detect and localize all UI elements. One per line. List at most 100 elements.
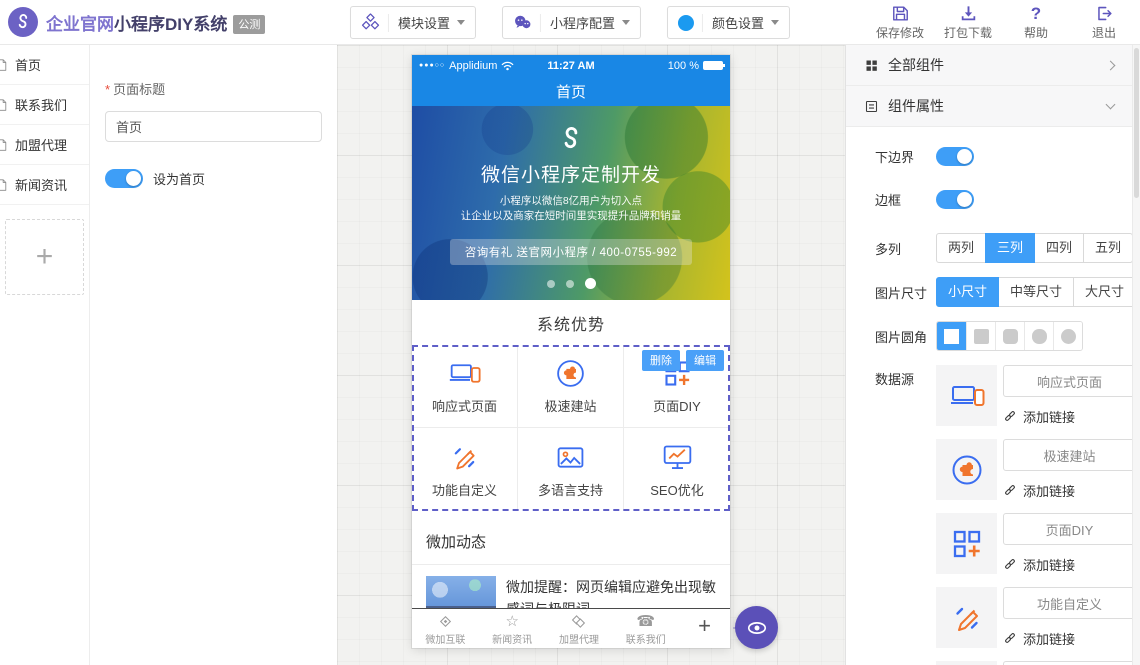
phone-icon: ☎ <box>636 613 655 630</box>
border-label: 边框 <box>875 190 936 209</box>
datasource-title-input[interactable] <box>1003 513 1132 545</box>
tab-weijia[interactable]: 微加互联 <box>412 611 479 646</box>
page-icon <box>0 58 9 72</box>
component-props-header[interactable]: 组件属性 <box>846 86 1132 127</box>
banner-title: 微信小程序定制开发 <box>481 160 661 187</box>
add-page-button[interactable]: + <box>5 219 84 295</box>
chain-link-icon <box>1003 557 1017 571</box>
carousel-dots[interactable] <box>547 278 596 289</box>
add-link-button[interactable]: 添加链接 <box>1003 628 1132 648</box>
datasource-title-input[interactable] <box>1003 439 1132 471</box>
help-icon: ? <box>1031 4 1041 23</box>
datasource-item: 添加链接 <box>936 587 1132 648</box>
datasource-item: 添加链接 <box>936 439 1132 500</box>
pages-sidebar: 首页 联系我们 加盟代理 新闻资讯 + <box>0 45 90 665</box>
page-icon <box>0 98 9 112</box>
image-size-segmented-control: 小尺寸 中等尺寸 大尺寸 <box>936 277 1132 307</box>
add-link-button[interactable]: 添加链接 <box>1003 554 1132 574</box>
image-size-large[interactable]: 大尺寸 <box>1073 277 1132 307</box>
sidebar-item-agent[interactable]: 加盟代理 <box>0 125 89 165</box>
scrollbar-thumb[interactable] <box>1134 48 1139 198</box>
sidebar-item-news[interactable]: 新闻资讯 <box>0 165 89 205</box>
datasource-title-input[interactable] <box>1003 587 1132 619</box>
bottom-border-label: 下边界 <box>875 147 936 166</box>
datasource-title-input[interactable] <box>1003 365 1132 397</box>
radius-swatch-4[interactable] <box>1053 322 1082 350</box>
diamond-logo-icon <box>437 613 454 630</box>
columns-label: 多列 <box>875 239 936 258</box>
property-list-icon <box>864 99 879 114</box>
beta-badge: 公测 <box>233 15 265 34</box>
page-form-panel: *页面标题 设为首页 <box>90 45 337 665</box>
tabbar-add-button[interactable]: + <box>679 613 730 645</box>
exit-button[interactable]: 退出 <box>1080 4 1128 41</box>
components-grid-icon <box>864 58 879 73</box>
miniprogram-logo-icon <box>556 124 586 157</box>
delete-component-button[interactable]: 删除 <box>642 350 680 371</box>
image-size-small[interactable]: 小尺寸 <box>936 277 999 307</box>
page-title-label: *页面标题 <box>105 79 322 98</box>
columns-option-4[interactable]: 四列 <box>1034 233 1084 263</box>
bottom-border-toggle[interactable] <box>936 147 974 166</box>
columns-option-5[interactable]: 五列 <box>1083 233 1132 263</box>
battery-label: 100 % <box>668 60 699 72</box>
image-size-medium[interactable]: 中等尺寸 <box>998 277 1074 307</box>
all-components-header[interactable]: 全部组件 <box>846 45 1132 86</box>
right-scrollbar[interactable] <box>1132 45 1140 665</box>
tab-agent[interactable]: 加盟代理 <box>546 611 613 646</box>
banner-component[interactable]: 微信小程序定制开发 小程序以微信8亿用户为切入点 让企业以及商家在短时间里实现提… <box>412 106 730 300</box>
help-button[interactable]: ? 帮助 <box>1012 4 1060 41</box>
tags-icon <box>570 613 587 630</box>
eye-icon <box>746 617 768 639</box>
header-actions: 保存修改 打包下载 ? 帮助 退出 <box>876 4 1140 41</box>
datasource-thumb <box>936 661 997 665</box>
news-section-title: 微加动态 <box>412 518 730 565</box>
page-title-input[interactable] <box>105 111 322 142</box>
star-icon: ☆ <box>505 613 518 630</box>
add-link-button[interactable]: 添加链接 <box>1003 406 1132 426</box>
chevron-down-icon <box>771 20 779 29</box>
set-home-label: 设为首页 <box>153 169 205 188</box>
set-home-toggle[interactable] <box>105 169 143 188</box>
phone-page-title: 首页 <box>556 81 586 102</box>
tab-contact[interactable]: ☎ 联系我们 <box>612 611 679 646</box>
columns-option-3[interactable]: 三列 <box>985 233 1035 263</box>
datasource-thumb <box>936 587 997 648</box>
sidebar-item-contact[interactable]: 联系我们 <box>0 85 89 125</box>
page-diy-icon <box>949 526 985 562</box>
phone-nav-bar: 首页 <box>412 76 730 106</box>
app-title: 企业官网小程序DIY系统公测 <box>46 10 265 35</box>
radius-swatch-2[interactable] <box>995 322 1024 350</box>
inspector-body: 下边界 边框 多列 两列 三列 四列 五列 图片尺寸 小尺寸 <box>846 127 1132 665</box>
save-button[interactable]: 保存修改 <box>876 4 924 41</box>
wechat-icon <box>513 13 532 32</box>
image-radius-label: 图片圆角 <box>875 327 936 346</box>
phone-tabbar: 微加互联 ☆ 新闻资讯 加盟代理 ☎ 联系我们 + <box>412 608 730 648</box>
datasource-item <box>936 661 1132 665</box>
save-icon <box>891 4 910 23</box>
add-link-button[interactable]: 添加链接 <box>1003 480 1132 500</box>
datasource-item: 添加链接 <box>936 365 1132 426</box>
radius-swatch-1[interactable] <box>966 322 995 350</box>
banner-promo-pill: 咨询有礼 送官网小程序 / 400-0755-992 <box>450 239 692 265</box>
app-logo-icon <box>8 7 38 37</box>
plus-icon: + <box>698 613 711 638</box>
radius-swatch-3[interactable] <box>1024 322 1053 350</box>
chain-link-icon <box>1003 483 1017 497</box>
sidebar-item-home[interactable]: 首页 <box>0 45 89 85</box>
module-settings-menu[interactable]: 模块设置 <box>350 6 476 39</box>
advantage-section-title: 系统优势 <box>412 300 730 345</box>
border-toggle[interactable] <box>936 190 974 209</box>
edit-component-button[interactable]: 编辑 <box>686 350 724 371</box>
radius-swatch-0[interactable] <box>937 322 966 350</box>
required-mark: * <box>105 82 110 97</box>
download-button[interactable]: 打包下载 <box>944 4 992 41</box>
color-settings-menu[interactable]: 颜色设置 <box>667 6 790 39</box>
design-canvas: ●●●○○ Applidium 11:27 AM 100 % 首页 微信小程序定… <box>337 45 845 665</box>
columns-option-2[interactable]: 两列 <box>936 233 986 263</box>
tab-news[interactable]: ☆ 新闻资讯 <box>479 611 546 646</box>
miniprogram-config-menu[interactable]: 小程序配置 <box>502 6 641 39</box>
datasource-title-input[interactable] <box>1003 661 1132 665</box>
preview-button[interactable] <box>735 606 778 649</box>
header-menus: 模块设置 小程序配置 颜色设置 <box>350 6 790 39</box>
